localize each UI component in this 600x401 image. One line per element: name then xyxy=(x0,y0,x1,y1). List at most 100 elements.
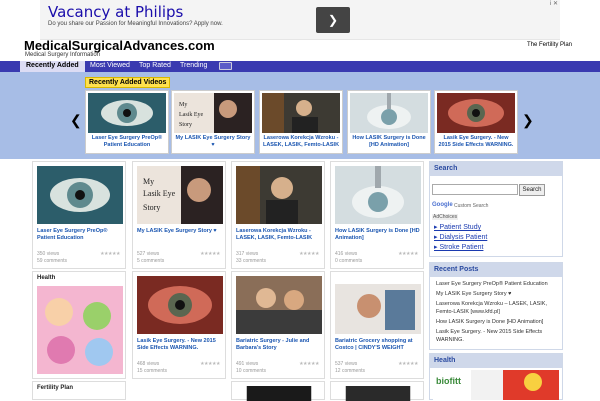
search-input[interactable] xyxy=(432,184,518,195)
video-title[interactable]: Laser Eye Surgery PreOp® Patient Educati… xyxy=(37,228,125,242)
recent-posts-widget: Recent Posts Laser Eye Surgery PreOp® Pa… xyxy=(429,262,563,350)
svg-text:Story: Story xyxy=(143,203,160,212)
ad-arrow-button[interactable]: ❯ xyxy=(316,7,350,33)
recent-posts-title: Recent Posts xyxy=(430,263,562,277)
recent-post-link[interactable]: Laserowa Korekcja Wzroku – LASEK, LASIK,… xyxy=(436,300,556,316)
comment-count: 0 comments xyxy=(335,258,363,264)
rating-stars-icon[interactable]: ★★★★★ xyxy=(299,361,319,367)
video-card[interactable]: Bariatric Grocery shopping at Costco | C… xyxy=(330,271,424,379)
recent-post-link[interactable]: Laser Eye Surgery PreOp® Patient Educati… xyxy=(436,280,556,288)
fertility-box-title: Fertility Plan xyxy=(37,385,74,391)
nav-trending[interactable]: Trending xyxy=(180,62,207,69)
slider-caption[interactable]: Laser Eye Surgery PreOp® Patient Educati… xyxy=(88,135,166,149)
site-tagline: Medical Surgery Information xyxy=(25,52,101,58)
lasik-animation-thumbnail xyxy=(350,93,428,133)
rating-stars-icon[interactable]: ★★★★★ xyxy=(398,251,418,257)
video-title[interactable]: How LASIK Surgery is Done [HD Animation] xyxy=(335,228,423,242)
video-card[interactable] xyxy=(330,381,424,401)
menu-icon[interactable] xyxy=(219,62,232,70)
game-ad-image[interactable] xyxy=(37,286,123,374)
svg-text:Story: Story xyxy=(179,122,192,128)
health-widget: Health biofitt xyxy=(429,353,563,400)
health-widget-title: Health xyxy=(430,354,562,368)
slider-item[interactable]: How LASIK Surgery is Done [HD Animation] xyxy=(347,90,431,154)
doctor-thumbnail xyxy=(262,93,340,133)
health-box-title: Health xyxy=(37,275,56,281)
video-thumbnail xyxy=(345,386,411,401)
recent-post-link[interactable]: Lasik Eye Surgery. - New 2015 Side Effec… xyxy=(436,328,556,344)
comment-count: 59 comments xyxy=(37,258,68,264)
chevron-right-icon[interactable]: ❯ xyxy=(522,112,534,129)
video-card[interactable]: Bariatric Surgery - Julie and Barbara's … xyxy=(231,271,325,379)
doctor-thumbnail xyxy=(236,166,322,224)
video-card[interactable] xyxy=(231,381,325,401)
eye-thumbnail xyxy=(37,166,123,224)
ad-choices-marker[interactable]: i ✕ xyxy=(550,0,558,7)
ad-banner[interactable]: Vacancy at Philips Do you share our Pass… xyxy=(40,0,560,40)
video-title[interactable]: My LASIK Eye Surgery Story ♥ xyxy=(137,228,225,235)
slider-caption[interactable]: How LASIK Surgery is Done [HD Animation] xyxy=(350,135,428,149)
adchoices-label[interactable]: AdChoices xyxy=(432,214,459,220)
view-count: 468 views xyxy=(137,361,160,367)
bariatric-thumbnail xyxy=(236,276,322,334)
woman-thumbnail: My Lasik Eye Story xyxy=(174,93,252,133)
comment-count: 5 comments xyxy=(137,258,165,264)
video-card[interactable]: My Lasik Eye Story My LASIK Eye Surgery St… xyxy=(132,161,226,269)
stroke-patient-link[interactable]: ▸ Stroke Patient xyxy=(434,243,483,251)
slider-item[interactable]: Lasik Eye Surgery. - New 2015 Side Effec… xyxy=(434,90,518,154)
view-count: 537 views xyxy=(335,361,358,367)
video-card[interactable]: Lasik Eye Surgery. - New 2015 Side Effec… xyxy=(132,271,226,379)
video-title[interactable]: Bariatric Surgery - Julie and Barbara's … xyxy=(236,338,324,352)
svg-text:biofitt: biofitt xyxy=(436,376,461,386)
video-thumbnail xyxy=(246,386,312,401)
nav-recently-added[interactable]: Recently Added xyxy=(20,61,85,72)
red-eye-thumbnail xyxy=(137,276,223,334)
red-eye-thumbnail xyxy=(437,93,515,133)
fertility-plan-link[interactable]: The Fertility Plan xyxy=(527,42,572,48)
rating-stars-icon[interactable]: ★★★★★ xyxy=(398,361,418,367)
nav-top-rated[interactable]: Top Rated xyxy=(139,62,171,69)
rating-stars-icon[interactable]: ★★★★★ xyxy=(200,251,220,257)
rating-stars-icon[interactable]: ★★★★★ xyxy=(100,251,120,257)
nav-most-viewed[interactable]: Most Viewed xyxy=(90,62,130,69)
recent-post-link[interactable]: How LASIK Surgery is Done [HD Animation] xyxy=(436,318,556,326)
comment-count: 12 comments xyxy=(335,368,366,374)
slider-item[interactable]: Laser Eye Surgery PreOp® Patient Educati… xyxy=(85,90,169,154)
svg-text:My: My xyxy=(179,102,187,108)
slider-item[interactable]: My Lasik Eye Story My LASIK Eye Surgery St… xyxy=(171,90,255,154)
svg-text:Lasik Eye: Lasik Eye xyxy=(143,189,176,198)
slider-item[interactable]: Laserowa Korekcja Wzroku - LASEK, LASIK,… xyxy=(259,90,343,154)
grocery-thumbnail xyxy=(335,276,421,334)
dialysis-patient-link[interactable]: ▸ Dialysis Patient xyxy=(434,233,487,241)
search-button[interactable]: Search xyxy=(519,184,545,196)
site-title[interactable]: MedicalSurgicalAdvances.com xyxy=(24,38,215,53)
view-count: 491 views xyxy=(236,361,259,367)
video-title[interactable]: Bariatric Grocery shopping at Costco | C… xyxy=(335,338,423,352)
video-card[interactable]: Laser Eye Surgery PreOp® Patient Educati… xyxy=(32,161,126,269)
chevron-right-icon: ❯ xyxy=(327,13,339,27)
chevron-left-icon[interactable]: ❮ xyxy=(70,112,82,129)
video-card[interactable]: How LASIK Surgery is Done [HD Animation]… xyxy=(330,161,424,269)
video-card[interactable]: Laserowa Korekcja Wzroku - LASEK, LASIK,… xyxy=(231,161,325,269)
view-count: 350 views xyxy=(37,251,60,257)
recently-added-label: Recently Added Videos xyxy=(85,77,171,88)
woman-thumbnail: My Lasik Eye Story xyxy=(137,166,223,224)
svg-text:Lasik Eye: Lasik Eye xyxy=(179,112,203,118)
slider-caption[interactable]: Laserowa Korekcja Wzroku - LASEK, LASIK,… xyxy=(262,135,340,149)
ad-headline[interactable]: Vacancy at Philips xyxy=(48,3,183,21)
health-box: Health xyxy=(32,271,126,379)
recent-post-link[interactable]: My LASIK Eye Surgery Story ♥ xyxy=(436,290,556,298)
eye-thumbnail xyxy=(88,93,166,133)
video-title[interactable]: Lasik Eye Surgery. - New 2015 Side Effec… xyxy=(137,338,225,352)
main-nav: Recently Added Most Viewed Top Rated Tre… xyxy=(0,61,600,72)
view-count: 416 views xyxy=(335,251,358,257)
rating-stars-icon[interactable]: ★★★★★ xyxy=(200,361,220,367)
comment-count: 10 comments xyxy=(236,368,267,374)
video-title[interactable]: Laserowa Korekcja Wzroku - LASEK, LASIK,… xyxy=(236,228,324,242)
biofitt-ad-image[interactable]: biofitt xyxy=(433,370,559,400)
patient-study-link[interactable]: ▸ Patient Study xyxy=(434,223,481,231)
ad-subtext: Do you share our Passion for Meaningful … xyxy=(48,21,223,27)
slider-caption[interactable]: Lasik Eye Surgery. - New 2015 Side Effec… xyxy=(437,135,515,149)
slider-caption[interactable]: My LASIK Eye Surgery Story ♥ xyxy=(174,135,252,149)
rating-stars-icon[interactable]: ★★★★★ xyxy=(299,251,319,257)
